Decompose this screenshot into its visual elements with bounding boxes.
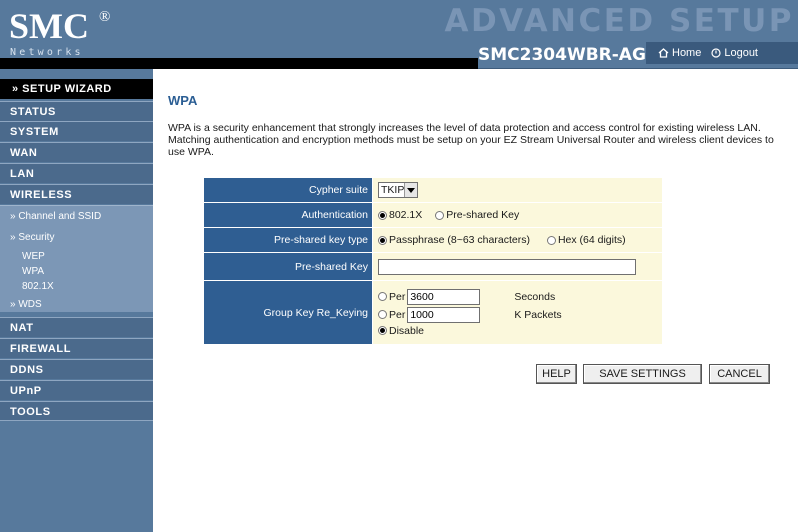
nav-8021x[interactable]: 802.1X <box>22 281 54 292</box>
nav-tools[interactable]: TOOLS <box>0 401 153 421</box>
nav-wan[interactable]: WAN <box>0 142 153 162</box>
help-button[interactable]: HELP <box>536 364 577 384</box>
row-psk-type: Pre-shared key type Passphrase (8~63 cha… <box>204 228 662 253</box>
banner-title: ADVANCED SETUP <box>444 3 794 39</box>
wpa-form: Cypher suite TKIP Authentication 802.1X <box>204 178 662 345</box>
save-settings-button[interactable]: SAVE SETTINGS <box>583 364 702 384</box>
cypher-suite-label: Cypher suite <box>204 178 372 202</box>
logout-icon <box>711 48 721 58</box>
home-icon <box>658 48 669 58</box>
nav-channel-ssid[interactable]: » Channel and SSID <box>10 211 101 222</box>
psk-passphrase-label: Passphrase (8~63 characters) <box>389 234 530 246</box>
nav-security[interactable]: » Security <box>10 232 54 243</box>
nav-wireless[interactable]: WIRELESS <box>0 184 153 204</box>
psk-type-label: Pre-shared key type <box>204 228 372 252</box>
radio-unselected-icon <box>378 310 387 319</box>
rekeying-label: Group Key Re_Keying <box>204 281 372 344</box>
radio-unselected-icon <box>546 235 556 245</box>
radio-selected-icon <box>378 326 387 335</box>
rekey-disable-label: Disable <box>389 324 425 337</box>
psk-hex-radio[interactable]: Hex (64 digits) <box>546 234 626 246</box>
row-authentication: Authentication 802.1X Pre-shared Key <box>204 203 662 228</box>
packets-unit: K Packets <box>514 308 562 321</box>
row-psk: Pre-shared Key <box>204 253 662 281</box>
nav-status[interactable]: STATUS <box>0 101 153 121</box>
chevron-down-icon <box>404 183 417 197</box>
auth-8021x-radio[interactable]: 802.1X <box>378 209 422 221</box>
cypher-suite-select[interactable]: TKIP <box>378 182 418 198</box>
model-name: SMC2304WBR-AG <box>478 45 646 65</box>
page-description: WPA is a security enhancement that stron… <box>168 122 774 158</box>
radio-selected-icon <box>378 210 387 220</box>
radio-selected-icon <box>378 235 387 245</box>
nav-setup-wizard[interactable]: » SETUP WIZARD <box>0 79 153 99</box>
wireless-submenu: » Channel and SSID » Security WEP WPA 80… <box>0 205 153 312</box>
logo-text: SMC <box>9 6 89 46</box>
radio-unselected-icon <box>435 210 445 220</box>
nav-upnp[interactable]: UPnP <box>0 380 153 400</box>
psk-label: Pre-shared Key <box>204 253 372 280</box>
sidebar: » SETUP WIZARD STATUS SYSTEM WAN LAN WIR… <box>0 69 153 532</box>
rekey-per-label: Per <box>389 290 406 303</box>
rekey-seconds-radio[interactable]: Per <box>378 291 405 303</box>
nav-ddns[interactable]: DDNS <box>0 359 153 379</box>
seconds-unit: Seconds <box>514 290 556 303</box>
logo-subtitle: Networks <box>10 47 84 58</box>
nav-wpa[interactable]: WPA <box>22 266 44 277</box>
rekey-packets-input[interactable] <box>407 306 481 323</box>
nav-wep[interactable]: WEP <box>22 251 45 262</box>
psk-passphrase-radio[interactable]: Passphrase (8~63 characters) <box>378 234 530 246</box>
logo-registered-mark: ® <box>99 9 111 25</box>
auth-psk-radio[interactable]: Pre-shared Key <box>435 209 519 221</box>
home-label: Home <box>672 47 702 59</box>
cypher-suite-value: TKIP <box>381 184 405 196</box>
rekey-packets-radio[interactable]: Per <box>378 309 405 321</box>
header: SMC ® Networks ADVANCED SETUP SMC2304WBR… <box>0 0 798 69</box>
rekey-seconds-input[interactable] <box>407 288 481 305</box>
nav-system[interactable]: SYSTEM <box>0 121 153 141</box>
rekey-disable-radio[interactable]: Disable <box>378 325 424 337</box>
row-cypher-suite: Cypher suite TKIP <box>204 178 662 203</box>
top-links: Home Logout <box>646 42 798 64</box>
psk-input[interactable] <box>378 258 636 275</box>
nav-lan[interactable]: LAN <box>0 163 153 183</box>
auth-8021x-label: 802.1X <box>389 209 423 221</box>
authentication-label: Authentication <box>204 203 372 227</box>
row-rekeying: Group Key Re_Keying Per Seconds Per <box>204 281 662 345</box>
rekey-per-label: Per <box>389 308 406 321</box>
nav-nat[interactable]: NAT <box>0 317 153 337</box>
main-content: WPA WPA is a security enhancement that s… <box>153 69 798 532</box>
logout-link[interactable]: Logout <box>711 47 758 59</box>
nav-firewall[interactable]: FIREWALL <box>0 338 153 358</box>
page-title: WPA <box>168 93 198 108</box>
smc-logo: SMC ® Networks <box>6 4 154 60</box>
cancel-button[interactable]: CANCEL <box>709 364 770 384</box>
psk-hex-label: Hex (64 digits) <box>557 234 626 246</box>
header-black-bar <box>0 58 478 69</box>
logout-label: Logout <box>724 47 758 59</box>
nav-wds[interactable]: » WDS <box>10 299 42 310</box>
home-link[interactable]: Home <box>658 47 701 59</box>
radio-unselected-icon <box>378 292 387 301</box>
auth-psk-label: Pre-shared Key <box>446 209 520 221</box>
